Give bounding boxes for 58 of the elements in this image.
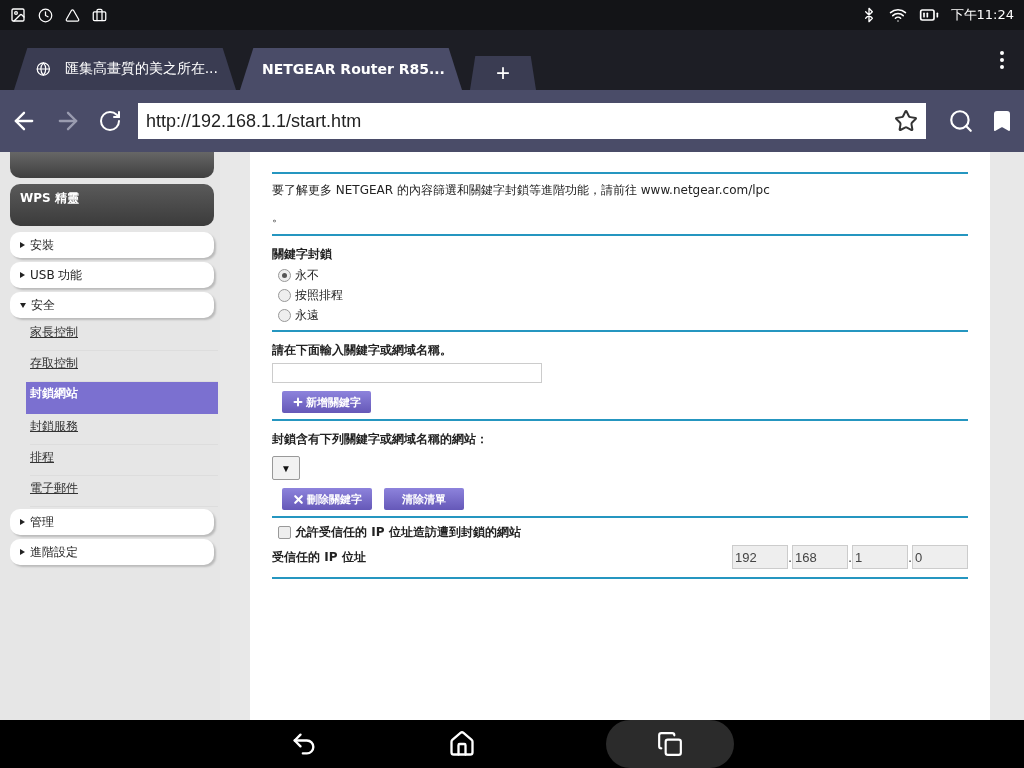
section-title: 關鍵字封鎖	[272, 246, 333, 263]
x-icon	[292, 492, 305, 506]
sidebar-link[interactable]: 封鎖網站	[26, 382, 218, 414]
browser-tab[interactable]: NETGEAR Router R85...	[240, 48, 462, 90]
recent-apps-icon	[657, 731, 683, 757]
clear-list-button[interactable]: 清除清單	[384, 488, 464, 510]
briefcase-icon	[92, 7, 107, 23]
sidebar-link[interactable]: 家長控制	[30, 320, 218, 351]
search-icon[interactable]	[948, 108, 974, 134]
tab-title: 匯集高畫質的美之所在...	[64, 60, 218, 78]
home-icon[interactable]	[448, 730, 476, 758]
ip-octet-field[interactable]: 168	[792, 545, 848, 569]
ip-octet-field[interactable]: 0	[912, 545, 968, 569]
sidebar-section[interactable]: 安全	[10, 292, 214, 318]
keyword-dropdown[interactable]: ▼	[272, 456, 300, 480]
radio-label: 按照排程	[295, 287, 343, 304]
sidebar-link[interactable]: 電子郵件	[30, 476, 218, 507]
add-keyword-button[interactable]: 新增關鍵字	[282, 391, 371, 413]
radio-label: 永遠	[295, 307, 319, 324]
sidebar-section[interactable]: 進階設定	[10, 539, 214, 565]
sidebar-section[interactable]: USB 功能	[10, 262, 214, 288]
delete-keyword-button[interactable]: 刪除關鍵字	[282, 488, 372, 510]
sidebar-link[interactable]: 封鎖服務	[30, 414, 218, 445]
checkbox-label: 允許受信任的 IP 位址造訪遭到封鎖的網站	[295, 524, 521, 541]
ip-octet-field[interactable]: 1	[852, 545, 908, 569]
sidebar-wizard-button[interactable]: WPS 精靈	[10, 184, 214, 226]
radio-button[interactable]	[278, 309, 291, 322]
ip-separator: .	[848, 549, 852, 565]
ip-separator: .	[908, 549, 912, 565]
ip-separator: .	[788, 549, 792, 565]
clock-icon	[38, 7, 53, 23]
info-text: 要了解更多 NETGEAR 的內容篩選和關鍵字封鎖等進階功能，請前往 www.netgear.com/lpc	[272, 182, 771, 199]
info-text: 。	[272, 209, 285, 226]
wifi-icon	[888, 6, 907, 24]
ip-octet-field[interactable]: 192	[732, 545, 788, 569]
recent-apps-button[interactable]	[606, 720, 734, 768]
sidebar-section[interactable]: 管理	[10, 509, 214, 535]
section-title: 封鎖含有下列關鍵字或網域名稱的網站：	[272, 431, 489, 448]
browser-tab[interactable]: 匯集高畫質的美之所在...	[14, 48, 236, 90]
tab-title: NETGEAR Router R85...	[262, 61, 445, 77]
radio-button[interactable]	[278, 289, 291, 302]
star-icon[interactable]	[894, 109, 918, 133]
clock-time: 下午11:24	[950, 6, 1014, 24]
address-field[interactable]: http://192.168.1.1/start.htm	[138, 103, 926, 139]
image-icon	[10, 7, 26, 23]
field-label: 受信任的 IP 位址	[272, 548, 367, 566]
sidebar-section[interactable]: 安裝	[10, 232, 214, 258]
reload-icon[interactable]	[98, 109, 122, 133]
sidebar-link[interactable]: 排程	[30, 445, 218, 476]
radio-button[interactable]	[278, 269, 291, 282]
section-title: 請在下面輸入關鍵字或網域名稱。	[272, 342, 453, 359]
checkbox[interactable]	[278, 526, 291, 539]
plus-icon	[292, 396, 304, 408]
keyword-input-field[interactable]	[272, 363, 542, 383]
globe-icon	[36, 60, 51, 78]
triangle-icon	[65, 7, 80, 23]
radio-label: 永不	[295, 267, 319, 284]
new-tab-button[interactable]: +	[470, 56, 536, 90]
